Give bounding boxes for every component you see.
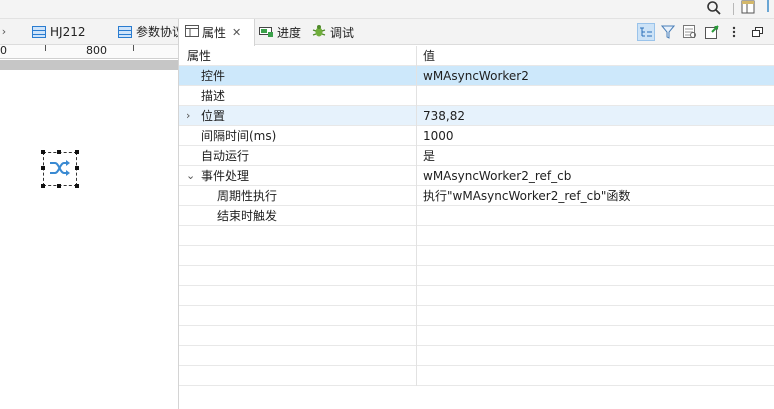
property-name: 间隔时间(ms) — [179, 126, 417, 146]
view-menu-icon[interactable] — [725, 23, 743, 41]
shuffle-icon — [49, 159, 71, 180]
properties-view: 属性 ✕ 进度 调试 属性 值 控件 wMAsyncWorker2 描述 › 位… — [178, 19, 774, 409]
row-interval[interactable]: 间隔时间(ms) 1000 — [179, 126, 774, 146]
perspective-icon[interactable] — [741, 0, 757, 14]
close-icon[interactable]: ✕ — [232, 26, 241, 39]
resize-handle[interactable] — [41, 166, 45, 170]
editor-tab-bar: › HJ212 参数协议 — [0, 19, 178, 45]
tab-label: 调试 — [330, 25, 355, 40]
property-table: 属性 值 控件 wMAsyncWorker2 描述 › 位置 738,82 间隔… — [179, 46, 774, 386]
design-editor: › HJ212 参数协议 0 800 — [0, 19, 178, 409]
table-header: 属性 值 — [179, 46, 774, 66]
ruler-label: 0 — [0, 44, 7, 57]
resize-handle[interactable] — [75, 150, 79, 154]
resize-handle[interactable] — [75, 166, 79, 170]
empty-row — [179, 326, 774, 346]
property-value[interactable]: wMAsyncWorker2 — [423, 66, 529, 86]
advanced-properties-icon[interactable] — [681, 23, 699, 41]
tab-hj212[interactable]: HJ212 — [32, 19, 85, 45]
empty-row — [179, 366, 774, 386]
empty-row — [179, 226, 774, 246]
horizontal-ruler: 0 800 — [0, 44, 178, 59]
horizontal-scrollbar[interactable] — [0, 60, 178, 70]
property-name: 自动运行 — [179, 146, 417, 166]
property-name: 结束时触发 — [179, 206, 417, 226]
header-name: 属性 — [179, 46, 417, 66]
property-name: 事件处理 — [179, 166, 417, 186]
property-name: 描述 — [179, 86, 417, 106]
table-icon — [118, 26, 132, 38]
ruler-label: 800 — [86, 44, 107, 57]
empty-row — [179, 346, 774, 366]
empty-row — [179, 306, 774, 326]
resize-handle[interactable] — [57, 184, 61, 188]
active-perspective-marker — [767, 0, 769, 12]
row-on-finish[interactable]: 结束时触发 — [179, 206, 774, 226]
header-value: 值 — [423, 49, 436, 63]
categories-toggle-icon[interactable] — [637, 23, 655, 41]
resize-handle[interactable] — [41, 184, 45, 188]
ruler-tick — [133, 45, 134, 51]
toolbar-separator — [733, 3, 734, 15]
property-value[interactable]: 738,82 — [423, 106, 465, 126]
empty-row — [179, 246, 774, 266]
property-name: 周期性执行 — [179, 186, 417, 206]
tab-label: 属性 — [202, 26, 227, 40]
row-control[interactable]: 控件 wMAsyncWorker2 — [179, 66, 774, 86]
property-value[interactable]: wMAsyncWorker2_ref_cb — [423, 166, 571, 186]
property-name: 位置 — [179, 106, 417, 126]
resize-handle[interactable] — [41, 150, 45, 154]
tab-scroll-left-icon[interactable]: › — [0, 19, 8, 45]
row-periodic-exec[interactable]: 周期性执行 执行"wMAsyncWorker2_ref_cb"函数 — [179, 186, 774, 206]
row-event-handling[interactable]: ⌄ 事件处理 wMAsyncWorker2_ref_cb — [179, 166, 774, 186]
resize-handle[interactable] — [57, 150, 61, 154]
ruler-tick — [45, 45, 46, 51]
property-name: 控件 — [179, 66, 417, 86]
tab-label: 参数协议 — [136, 25, 178, 39]
bug-icon — [312, 24, 326, 41]
top-toolbar — [0, 0, 774, 19]
tab-progress[interactable]: 进度 — [259, 19, 301, 45]
empty-row — [179, 286, 774, 306]
tab-label: 进度 — [277, 25, 302, 40]
filter-icon[interactable] — [659, 23, 677, 41]
row-position[interactable]: › 位置 738,82 — [179, 106, 774, 126]
progress-icon — [259, 25, 273, 40]
empty-row — [179, 266, 774, 286]
properties-icon — [185, 25, 199, 40]
tab-properties[interactable]: 属性 ✕ — [179, 19, 255, 46]
table-icon — [32, 26, 46, 38]
async-worker-widget[interactable] — [41, 150, 79, 188]
pin-editor-icon[interactable] — [703, 23, 721, 41]
search-icon[interactable] — [706, 0, 722, 16]
property-value[interactable]: 是 — [423, 146, 435, 166]
tab-debug[interactable]: 调试 — [312, 19, 354, 45]
minimize-icon[interactable] — [749, 23, 767, 41]
property-value[interactable]: 执行"wMAsyncWorker2_ref_cb"函数 — [423, 186, 630, 206]
property-value[interactable]: 1000 — [423, 126, 454, 146]
row-description[interactable]: 描述 — [179, 86, 774, 106]
tab-label: HJ212 — [50, 25, 86, 39]
view-tab-bar: 属性 ✕ 进度 调试 — [179, 19, 774, 46]
resize-handle[interactable] — [75, 184, 79, 188]
row-autorun[interactable]: 自动运行 是 — [179, 146, 774, 166]
tab-params-protocol[interactable]: 参数协议 — [118, 19, 178, 45]
